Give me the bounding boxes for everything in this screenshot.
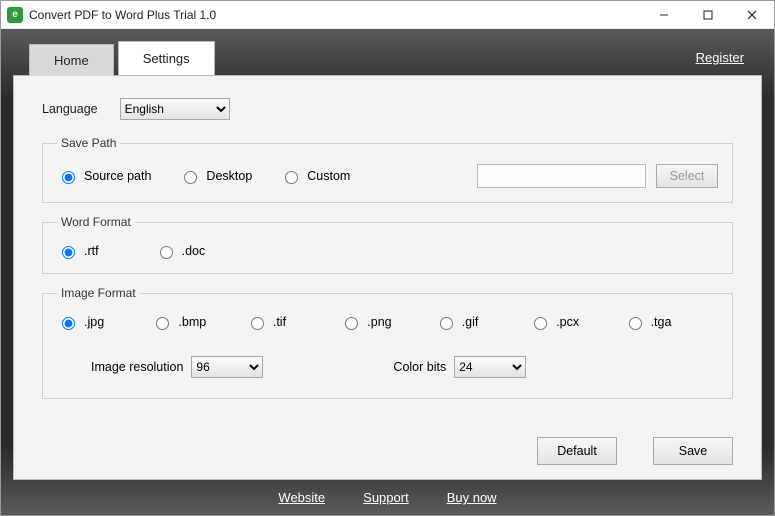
radio-png[interactable]: .png (340, 314, 434, 330)
radio-desktop-label: Desktop (206, 169, 252, 183)
wordformat-legend: Word Format (57, 215, 135, 229)
titlebar: e Convert PDF to Word Plus Trial 1.0 (1, 1, 774, 29)
radio-tif[interactable]: .tif (246, 314, 340, 330)
custom-path-input[interactable] (477, 164, 646, 188)
radio-custom-label: Custom (307, 169, 350, 183)
radio-rtf[interactable]: .rtf (57, 243, 99, 259)
website-link[interactable]: Website (278, 490, 325, 505)
radio-desktop[interactable]: Desktop (179, 168, 252, 184)
savepath-group: Save Path Source path Desktop Custom Sel… (42, 136, 733, 203)
tab-settings[interactable]: Settings (118, 41, 215, 75)
window-title: Convert PDF to Word Plus Trial 1.0 (29, 8, 216, 22)
app-icon: e (7, 7, 23, 23)
radio-doc[interactable]: .doc (155, 243, 206, 259)
radio-source-path-label: Source path (84, 169, 151, 183)
language-select[interactable]: English (120, 98, 230, 120)
radio-source-path[interactable]: Source path (57, 168, 151, 184)
support-link[interactable]: Support (363, 490, 409, 505)
language-row: Language English (42, 98, 733, 120)
tab-home[interactable]: Home (29, 44, 114, 76)
tabstrip: Home Settings Register (13, 41, 762, 75)
settings-panel: Language English Save Path Source path D… (13, 75, 762, 480)
image-resolution-label: Image resolution (91, 360, 183, 374)
radio-png-label: .png (367, 315, 391, 329)
radio-bmp[interactable]: .bmp (151, 314, 245, 330)
radio-pcx[interactable]: .pcx (529, 314, 623, 330)
color-bits-label: Color bits (393, 360, 446, 374)
radio-doc-label: .doc (182, 244, 206, 258)
radio-jpg-label: .jpg (84, 315, 104, 329)
image-resolution-select[interactable]: 96 (191, 356, 263, 378)
main-chrome: Home Settings Register Language English … (1, 29, 774, 515)
radio-custom[interactable]: Custom (280, 168, 350, 184)
radio-gif-label: .gif (462, 315, 479, 329)
imageformat-legend: Image Format (57, 286, 140, 300)
wordformat-group: Word Format .rtf .doc (42, 215, 733, 274)
buy-now-link[interactable]: Buy now (447, 490, 497, 505)
action-row: Default Save (42, 427, 733, 465)
color-bits-select[interactable]: 24 (454, 356, 526, 378)
radio-tga[interactable]: .tga (624, 314, 718, 330)
window-buttons (642, 1, 774, 29)
radio-rtf-label: .rtf (84, 244, 99, 258)
close-button[interactable] (730, 1, 774, 29)
maximize-button[interactable] (686, 1, 730, 29)
register-link[interactable]: Register (696, 50, 744, 65)
select-path-button[interactable]: Select (656, 164, 718, 188)
savepath-legend: Save Path (57, 136, 120, 150)
save-button[interactable]: Save (653, 437, 733, 465)
app-window: e Convert PDF to Word Plus Trial 1.0 Hom… (0, 0, 775, 516)
radio-bmp-label: .bmp (178, 315, 206, 329)
language-label: Language (42, 102, 98, 116)
radio-pcx-label: .pcx (556, 315, 579, 329)
footer-links: Website Support Buy now (13, 480, 762, 505)
radio-jpg[interactable]: .jpg (57, 314, 151, 330)
radio-tga-label: .tga (651, 315, 672, 329)
minimize-button[interactable] (642, 1, 686, 29)
radio-tif-label: .tif (273, 315, 286, 329)
default-button[interactable]: Default (537, 437, 617, 465)
radio-gif[interactable]: .gif (435, 314, 529, 330)
imageformat-group: Image Format .jpg .bmp .tif .png .gif .p… (42, 286, 733, 399)
